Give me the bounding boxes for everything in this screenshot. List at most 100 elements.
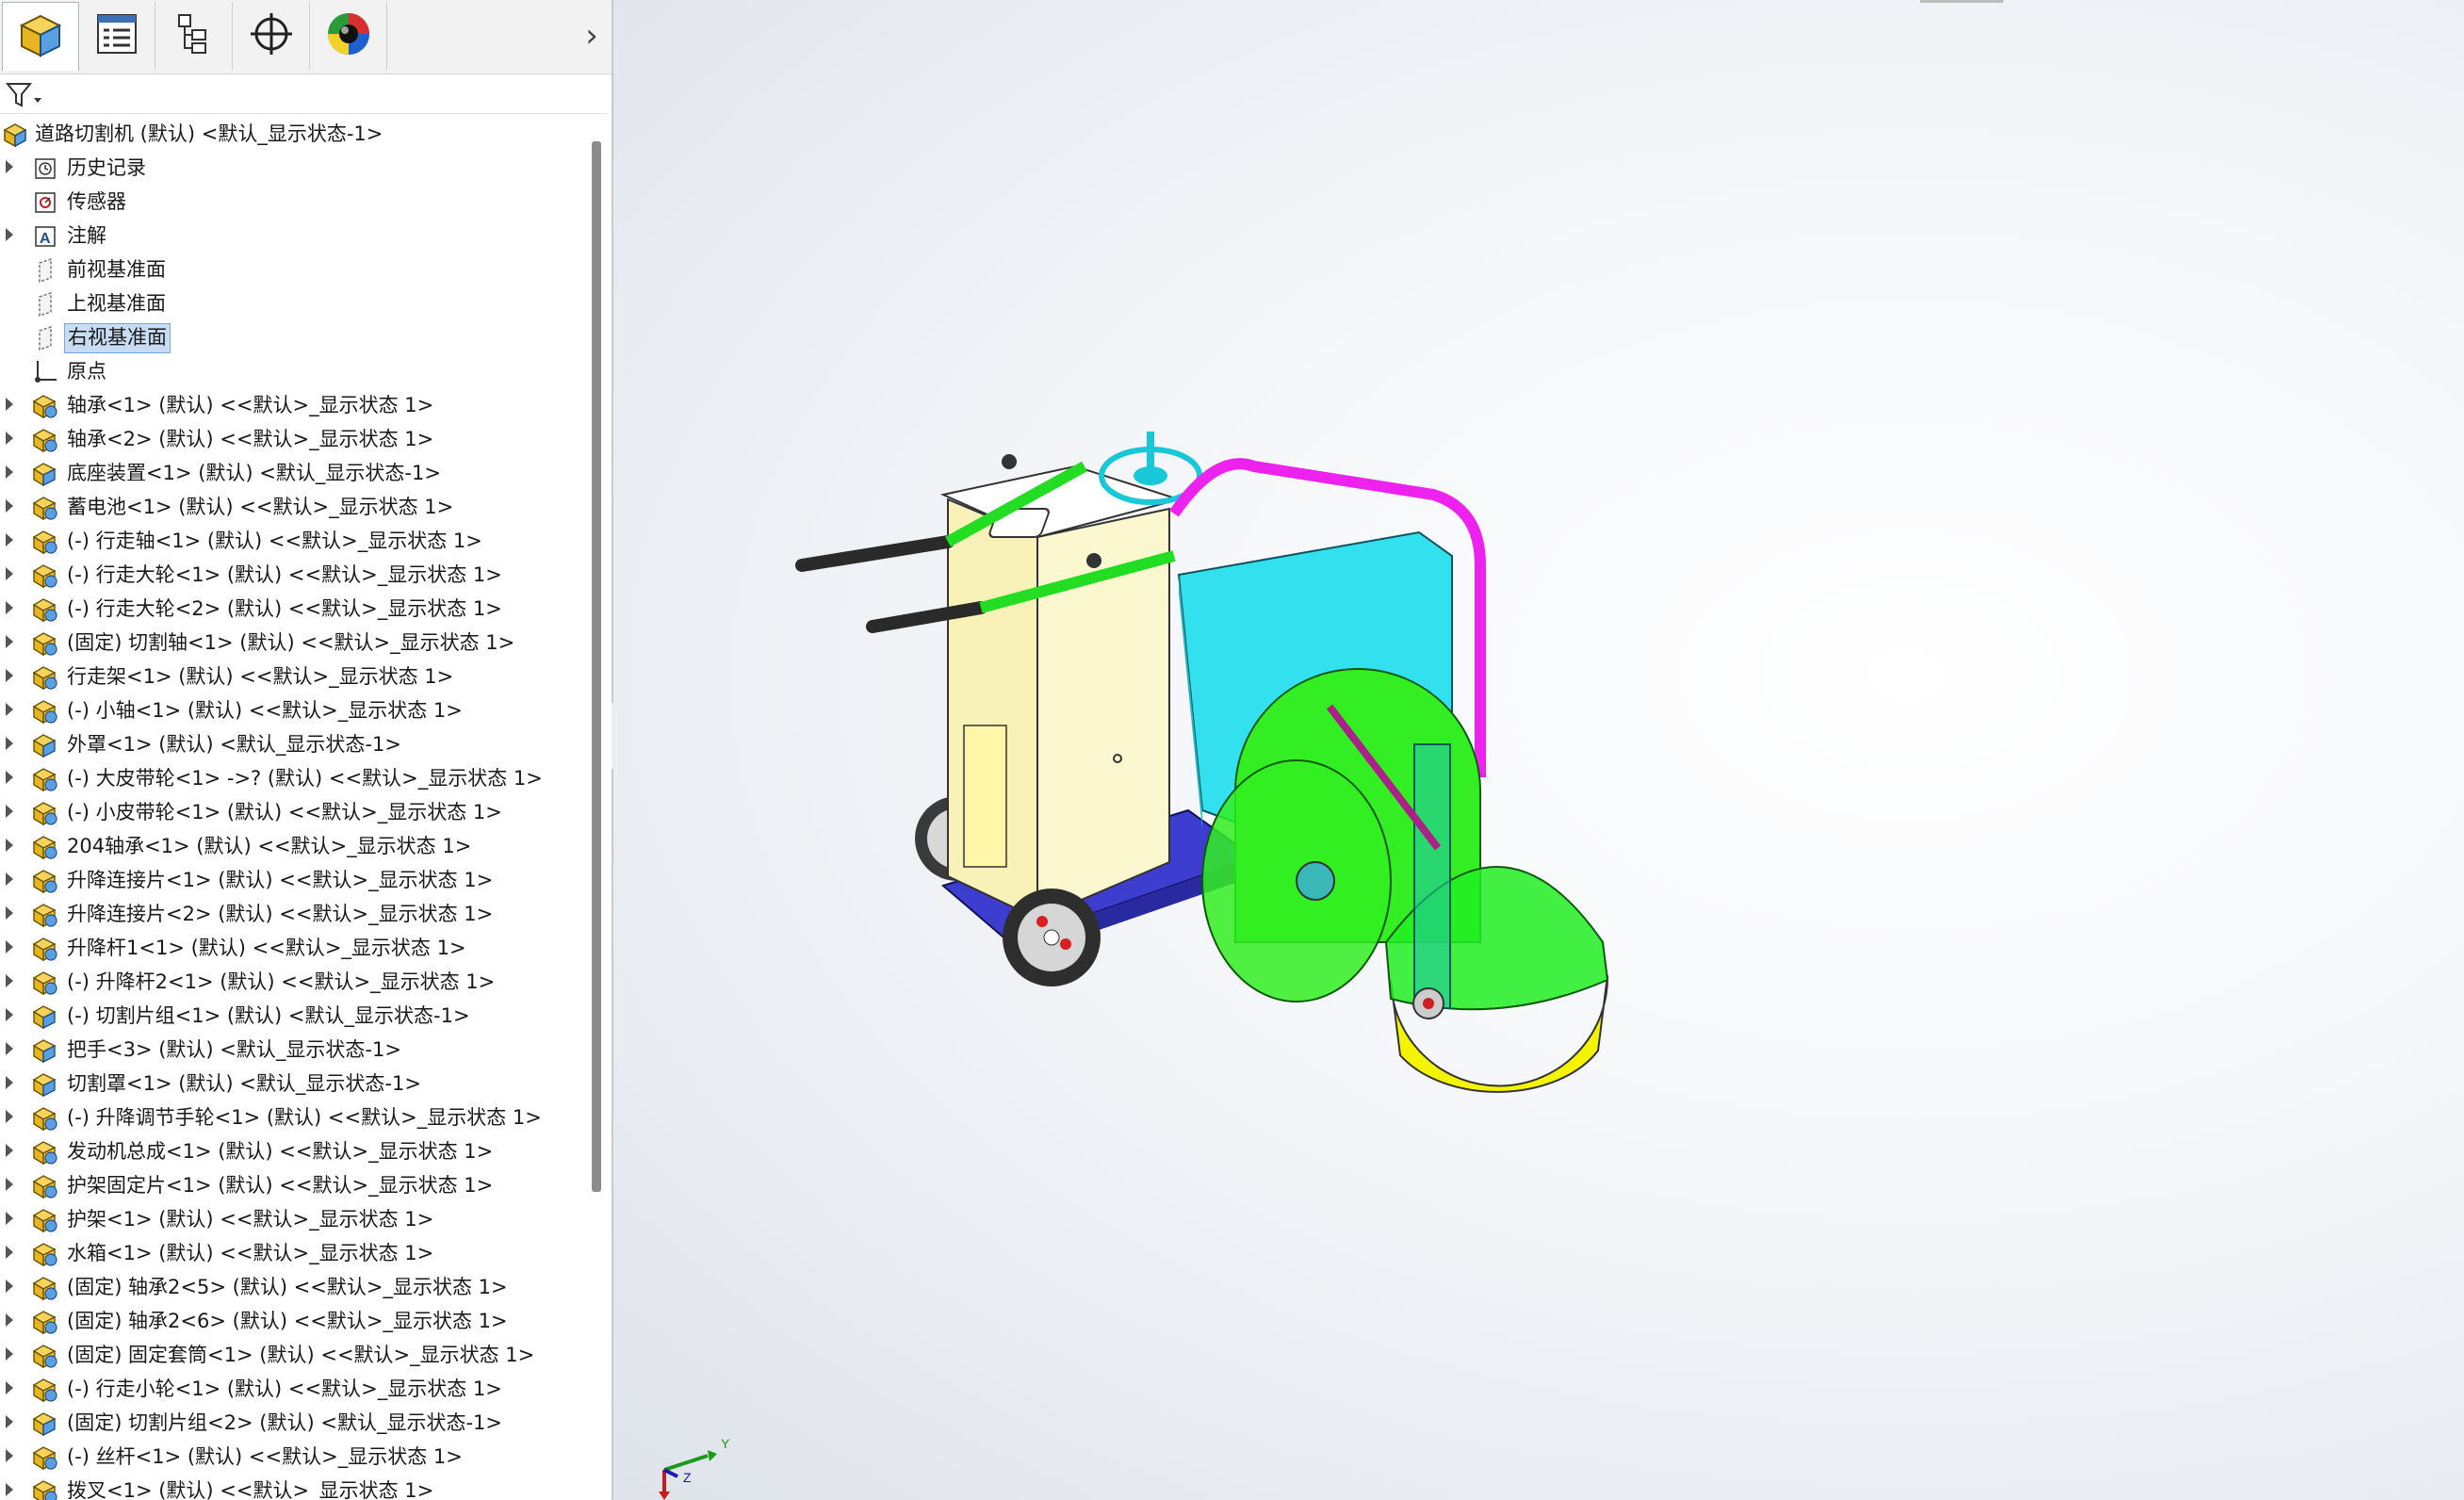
tree-scrollbar[interactable] xyxy=(592,141,601,1192)
tree-item[interactable]: (-) 切割片组<1> (默认) <默认_显示状态-1> xyxy=(0,1000,584,1032)
expand-arrow-icon[interactable] xyxy=(6,974,13,987)
expand-arrow-icon[interactable] xyxy=(6,1415,13,1428)
expand-arrow-icon[interactable] xyxy=(6,1449,13,1462)
expand-arrow-icon[interactable] xyxy=(6,1178,13,1191)
tree-item-label: (固定) 切割片组<2> (默认) <默认_显示状态-1> xyxy=(67,1411,502,1434)
expand-arrow-icon[interactable] xyxy=(6,771,13,784)
tree-item[interactable]: 底座装置<1> (默认) <默认_显示状态-1> xyxy=(0,457,584,489)
tree-item[interactable]: 右视基准面 xyxy=(0,321,584,353)
tree-item[interactable]: 升降杆1<1> (默认) <<默认>_显示状态 1> xyxy=(0,932,584,964)
expand-arrow-icon[interactable] xyxy=(6,940,13,954)
feature-manager-panel: › 道路切割机 (默认) <默认_显示状态-1> 历史记录传感器 A 注解 前视基准面… xyxy=(0,0,613,1500)
featuremanager-tab[interactable] xyxy=(2,2,79,71)
expand-arrow-icon[interactable] xyxy=(6,1381,13,1394)
expand-arrow-icon[interactable] xyxy=(6,1212,13,1225)
tree-item[interactable]: (-) 行走大轮<2> (默认) <<默认>_显示状态 1> xyxy=(0,593,584,625)
crosshair-icon xyxy=(247,9,296,62)
expand-arrow-icon[interactable] xyxy=(6,1347,13,1361)
expand-arrow-icon[interactable] xyxy=(6,1008,13,1021)
tree-item-label: 外罩<1> (默认) <默认_显示状态-1> xyxy=(67,733,401,756)
expand-arrow-icon[interactable] xyxy=(6,737,13,750)
chevron-right-icon[interactable]: › xyxy=(578,17,606,55)
tree-item[interactable]: (固定) 轴承2<6> (默认) <<默认>_显示状态 1> xyxy=(0,1305,584,1337)
filter-icon[interactable] xyxy=(5,81,43,113)
expand-arrow-icon[interactable] xyxy=(6,567,13,580)
expand-arrow-icon[interactable] xyxy=(6,1313,13,1327)
tree-item[interactable]: 上视基准面 xyxy=(0,287,584,319)
tree-item[interactable]: 204轴承<1> (默认) <<默认>_显示状态 1> xyxy=(0,830,584,862)
expand-arrow-icon[interactable] xyxy=(6,432,13,445)
expand-arrow-icon[interactable] xyxy=(6,1280,13,1293)
expand-arrow-icon[interactable] xyxy=(6,533,13,546)
tree-item[interactable]: 切割罩<1> (默认) <默认_显示状态-1> xyxy=(0,1068,584,1100)
tree-item[interactable]: 蓄电池<1> (默认) <<默认>_显示状态 1> xyxy=(0,491,584,523)
expand-arrow-icon[interactable] xyxy=(6,1144,13,1157)
expand-arrow-icon[interactable] xyxy=(6,805,13,818)
tree-item[interactable]: 轴承<1> (默认) <<默认>_显示状态 1> xyxy=(0,389,584,421)
tree-item[interactable]: 历史记录 xyxy=(0,152,584,184)
tree-item[interactable]: A 注解 xyxy=(0,220,584,252)
assembly-icon xyxy=(2,122,28,148)
tree-item[interactable]: 把手<3> (默认) <默认_显示状态-1> xyxy=(0,1034,584,1066)
tree-item-label: 注解 xyxy=(67,224,106,247)
expand-arrow-icon[interactable] xyxy=(6,465,13,479)
tree-item[interactable]: 原点 xyxy=(0,355,584,387)
tree-item[interactable]: 轴承<2> (默认) <<默认>_显示状态 1> xyxy=(0,423,584,455)
tree-item[interactable]: 护架<1> (默认) <<默认>_显示状态 1> xyxy=(0,1203,584,1235)
expand-arrow-icon[interactable] xyxy=(6,703,13,716)
expand-arrow-icon[interactable] xyxy=(6,228,13,241)
tree-item[interactable]: (固定) 轴承2<5> (默认) <<默认>_显示状态 1> xyxy=(0,1271,584,1303)
tree-item[interactable]: (-) 升降杆2<1> (默认) <<默认>_显示状态 1> xyxy=(0,966,584,998)
tree-item[interactable]: (-) 小皮带轮<1> (默认) <<默认>_显示状态 1> xyxy=(0,796,584,828)
expand-arrow-icon[interactable] xyxy=(6,398,13,411)
part-icon xyxy=(32,529,58,555)
tree-item[interactable]: (-) 行走小轮<1> (默认) <<默认>_显示状态 1> xyxy=(0,1373,584,1405)
expand-arrow-icon[interactable] xyxy=(6,669,13,682)
panel-tabbar: › xyxy=(0,0,612,74)
dimxpert-tab[interactable] xyxy=(234,2,310,70)
tree-item[interactable]: 行走架<1> (默认) <<默认>_显示状态 1> xyxy=(0,660,584,693)
part-icon xyxy=(32,630,58,657)
expand-arrow-icon[interactable] xyxy=(6,635,13,648)
tree-item-label: 升降连接片<1> (默认) <<默认>_显示状态 1> xyxy=(67,869,494,891)
expand-arrow-icon[interactable] xyxy=(6,872,13,886)
expand-arrow-icon[interactable] xyxy=(6,160,13,173)
road-cutter-3d-model[interactable] xyxy=(726,415,1669,1112)
part-icon xyxy=(32,393,58,419)
expand-arrow-icon[interactable] xyxy=(6,601,13,614)
tree-item[interactable]: 前视基准面 xyxy=(0,253,584,285)
tree-root-assembly[interactable]: 道路切割机 (默认) <默认_显示状态-1> xyxy=(0,118,584,150)
expand-arrow-icon[interactable] xyxy=(6,839,13,852)
expand-arrow-icon[interactable] xyxy=(6,499,13,513)
expand-arrow-icon[interactable] xyxy=(6,1483,13,1496)
display-manager-tab[interactable] xyxy=(311,2,387,70)
tree-item[interactable]: 升降连接片<2> (默认) <<默认>_显示状态 1> xyxy=(0,898,584,930)
propertymanager-tab[interactable] xyxy=(79,2,155,70)
part-icon xyxy=(32,970,58,996)
tree-item[interactable]: 传感器 xyxy=(0,186,584,218)
tree-item[interactable]: (固定) 固定套筒<1> (默认) <<默认>_显示状态 1> xyxy=(0,1339,584,1371)
tree-item[interactable]: (-) 大皮带轮<1> ->? (默认) <<默认>_显示状态 1> xyxy=(0,762,584,794)
tree-item[interactable]: 水箱<1> (默认) <<默认>_显示状态 1> xyxy=(0,1237,584,1269)
tree-item[interactable]: (-) 小轴<1> (默认) <<默认>_显示状态 1> xyxy=(0,694,584,726)
tree-item-label: 传感器 xyxy=(67,190,126,213)
tree-item-label: 底座装置<1> (默认) <默认_显示状态-1> xyxy=(67,462,441,484)
tree-item[interactable]: 护架固定片<1> (默认) <<默认>_显示状态 1> xyxy=(0,1169,584,1201)
tree-item[interactable]: 外罩<1> (默认) <默认_显示状态-1> xyxy=(0,728,584,760)
expand-arrow-icon[interactable] xyxy=(6,1076,13,1089)
tree-item[interactable]: 发动机总成<1> (默认) <<默认>_显示状态 1> xyxy=(0,1135,584,1167)
tree-item[interactable]: (固定) 切割片组<2> (默认) <默认_显示状态-1> xyxy=(0,1407,584,1439)
tree-item[interactable]: (-) 丝杆<1> (默认) <<默认>_显示状态 1> xyxy=(0,1441,584,1473)
graphics-viewport[interactable]: Y Z xyxy=(613,0,2464,1500)
expand-arrow-icon[interactable] xyxy=(6,1042,13,1055)
expand-arrow-icon[interactable] xyxy=(6,1246,13,1259)
tree-item[interactable]: (-) 升降调节手轮<1> (默认) <<默认>_显示状态 1> xyxy=(0,1101,584,1133)
tree-item[interactable]: (-) 行走轴<1> (默认) <<默认>_显示状态 1> xyxy=(0,525,584,557)
tree-item[interactable]: 拨叉<1> (默认) <<默认>_显示状态 1> xyxy=(0,1475,584,1500)
tree-item[interactable]: (固定) 切割轴<1> (默认) <<默认>_显示状态 1> xyxy=(0,627,584,659)
tree-item[interactable]: 升降连接片<1> (默认) <<默认>_显示状态 1> xyxy=(0,864,584,896)
expand-arrow-icon[interactable] xyxy=(6,1110,13,1123)
expand-arrow-icon[interactable] xyxy=(6,906,13,920)
configurationmanager-tab[interactable] xyxy=(156,2,233,70)
tree-item[interactable]: (-) 行走大轮<1> (默认) <<默认>_显示状态 1> xyxy=(0,559,584,591)
